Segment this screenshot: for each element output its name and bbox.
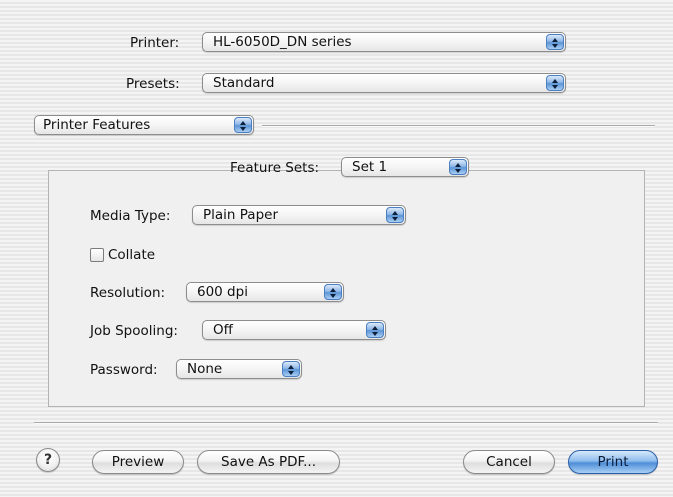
password-popup[interactable]: None (176, 359, 302, 379)
updown-arrows-icon (234, 117, 252, 133)
question-icon: ? (43, 452, 53, 468)
updown-arrows-icon (546, 75, 564, 91)
updown-arrows-icon (282, 361, 300, 377)
save-as-pdf-button[interactable]: Save As PDF... (197, 450, 340, 474)
printer-value: HL-6050D_DN series (213, 34, 352, 50)
help-button[interactable]: ? (36, 448, 60, 472)
resolution-value: 600 dpi (197, 284, 248, 300)
feature-sets-popup[interactable]: Set 1 (341, 157, 469, 177)
media-type-label: Media Type: (90, 208, 171, 224)
presets-popup[interactable]: Standard (202, 73, 566, 93)
presets-label: Presets: (126, 76, 180, 92)
section-value: Printer Features (43, 117, 151, 133)
media-type-popup[interactable]: Plain Paper (192, 205, 406, 225)
feature-sets-value: Set 1 (352, 159, 388, 175)
job-spooling-label: Job Spooling: (90, 323, 178, 339)
updown-arrows-icon (366, 322, 384, 338)
print-button[interactable]: Print (568, 450, 658, 474)
collate-checkbox[interactable] (90, 248, 104, 262)
updown-arrows-icon (546, 34, 564, 50)
updown-arrows-icon (324, 284, 342, 300)
section-popup[interactable]: Printer Features (34, 115, 254, 135)
printer-label: Printer: (130, 35, 180, 51)
bottom-separator (34, 422, 658, 424)
feature-sets-label: Feature Sets: (230, 160, 320, 176)
printer-popup[interactable]: HL-6050D_DN series (202, 32, 566, 52)
media-type-value: Plain Paper (203, 207, 278, 223)
password-label: Password: (90, 362, 158, 378)
presets-value: Standard (213, 75, 275, 91)
cancel-button[interactable]: Cancel (463, 450, 555, 474)
resolution-label: Resolution: (90, 285, 166, 301)
section-separator (262, 125, 655, 127)
preview-button[interactable]: Preview (92, 450, 184, 474)
job-spooling-value: Off (213, 322, 233, 338)
password-value: None (187, 361, 223, 377)
job-spooling-popup[interactable]: Off (202, 320, 386, 340)
collate-label[interactable]: Collate (108, 246, 155, 264)
updown-arrows-icon (449, 159, 467, 175)
updown-arrows-icon (386, 207, 404, 223)
resolution-popup[interactable]: 600 dpi (186, 282, 344, 302)
